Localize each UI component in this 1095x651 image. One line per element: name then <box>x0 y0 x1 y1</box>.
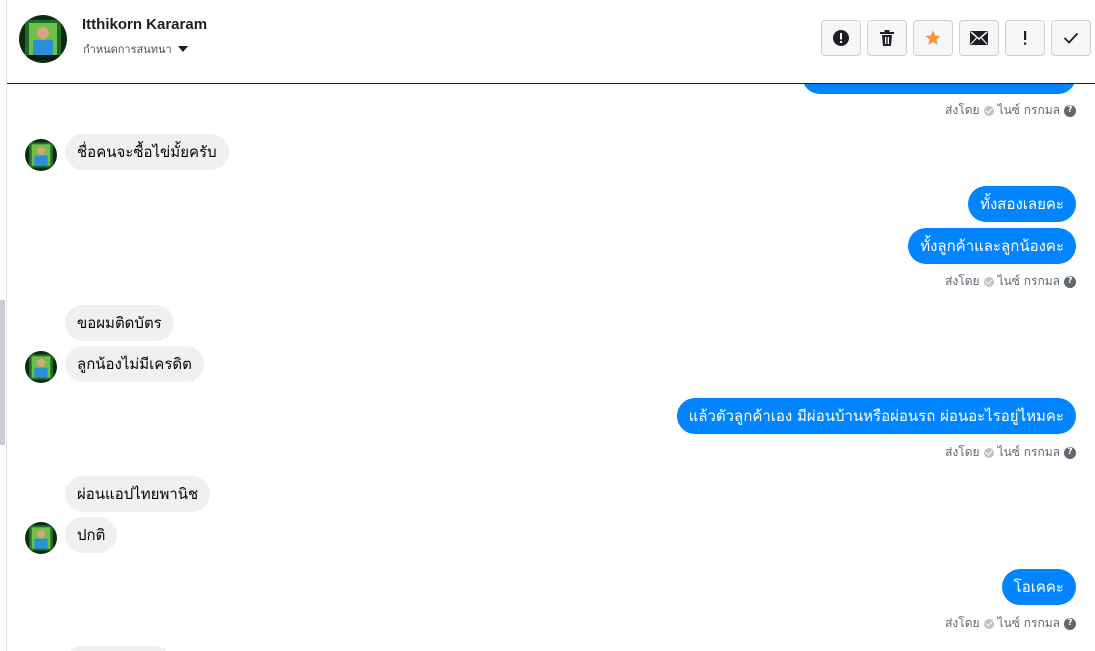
star-icon <box>925 30 941 45</box>
message-text: ลูกน้องไม่มีเครดิต <box>65 346 204 382</box>
outgoing-message[interactable]: ทั้งลูกค้าและลูกน้องคะ <box>908 228 1076 264</box>
contact-name[interactable]: Itthikorn Kararam <box>82 16 207 33</box>
exclamation-icon <box>1024 31 1027 45</box>
incoming-message[interactable]: ปกติ <box>65 517 118 553</box>
trash-icon <box>880 30 894 46</box>
conversation-header: Itthikorn Kararam กำหนดการสนทนา <box>7 0 1095 84</box>
sent-check-icon <box>983 447 994 458</box>
conversation-toolbar <box>821 20 1091 56</box>
message-text: แล้วตัวลูกค้าเอง มีผ่อนบ้านหรือผ่อนรถ ผ่… <box>676 398 1076 434</box>
incoming-message-partial[interactable] <box>65 646 173 651</box>
sender-name: ไนซ์ กรกมล <box>997 274 1060 288</box>
sent-status: ส่งโดย ไนซ์ กรกมล ? <box>945 101 1076 120</box>
sender-name: ไนซ์ กรกมล <box>997 445 1060 459</box>
checkmark-icon <box>1063 32 1079 44</box>
outgoing-message[interactable]: ทั้งสองเลยคะ <box>968 186 1076 222</box>
report-button[interactable] <box>821 20 861 56</box>
outgoing-message[interactable]: แล้วตัวลูกค้าเอง มีผ่อนบ้านหรือผ่อนรถ ผ่… <box>676 398 1076 434</box>
incoming-message[interactable]: ชื่อคนจะซื้อไข่มั้ยครับ <box>65 134 229 170</box>
caret-down-icon <box>177 46 188 52</box>
mark-unread-button[interactable] <box>959 20 999 56</box>
sent-check-icon <box>983 276 994 287</box>
conversation-label-text: กำหนดการสนทนา <box>83 43 172 56</box>
sender-name: ไนซ์ กรกมล <box>997 616 1060 630</box>
mark-done-button[interactable] <box>1051 20 1091 56</box>
incoming-message[interactable]: ผ่อนแอปไทยพานิช <box>65 476 211 512</box>
incoming-message[interactable]: ลูกน้องไม่มีเครดิต <box>65 346 204 382</box>
sent-status: ส่งโดย ไนซ์ กรกมล ? <box>945 272 1076 291</box>
sent-status: ส่งโดย ไนซ์ กรกมล ? <box>945 614 1076 633</box>
message-text: ทั้งลูกค้าและลูกน้องคะ <box>908 228 1076 264</box>
sent-check-icon <box>983 618 994 629</box>
help-icon[interactable]: ? <box>1064 104 1076 117</box>
message-text: ปกติ <box>65 517 118 553</box>
sent-by-label: ส่งโดย <box>945 616 980 630</box>
conversation-label-dropdown[interactable]: กำหนดการสนทนา <box>83 40 188 58</box>
sent-check-icon <box>983 105 994 116</box>
message-text: ผ่อนแอปไทยพานิช <box>65 476 211 512</box>
star-button[interactable] <box>913 20 953 56</box>
envelope-icon <box>970 31 988 45</box>
sent-by-label: ส่งโดย <box>945 274 980 288</box>
sent-by-label: ส่งโดย <box>945 103 980 117</box>
message-text: โอเคคะ <box>1001 569 1076 605</box>
sender-name: ไนซ์ กรกมล <box>997 103 1060 117</box>
contact-avatar-small[interactable] <box>25 139 57 171</box>
outgoing-message-partial[interactable] <box>802 84 1076 94</box>
left-scrollbar-thumb[interactable] <box>0 300 5 445</box>
incoming-message[interactable]: ขอผมติดบัตร <box>65 305 174 341</box>
outgoing-message[interactable]: โอเคคะ <box>1001 569 1076 605</box>
help-icon[interactable]: ? <box>1064 275 1076 288</box>
help-icon[interactable]: ? <box>1064 446 1076 459</box>
message-text: ขอผมติดบัตร <box>65 305 174 341</box>
message-text: ชื่อคนจะซื้อไข่มั้ยครับ <box>65 134 229 170</box>
sent-status: ส่งโดย ไนซ์ กรกมล ? <box>945 443 1076 462</box>
alert-circle-icon <box>833 30 849 46</box>
message-text: ทั้งสองเลยคะ <box>968 186 1076 222</box>
message-thread[interactable]: ส่งโดย ไนซ์ กรกมล ? ชื่อคนจะซื้อไข่มั้ยค… <box>7 84 1095 651</box>
sent-by-label: ส่งโดย <box>945 445 980 459</box>
delete-button[interactable] <box>867 20 907 56</box>
contact-avatar[interactable] <box>19 15 67 63</box>
contact-avatar-small[interactable] <box>25 522 57 554</box>
help-icon[interactable]: ? <box>1064 617 1076 630</box>
left-scrollbar[interactable] <box>0 0 7 651</box>
contact-avatar-small[interactable] <box>25 351 57 383</box>
follow-up-button[interactable] <box>1005 20 1045 56</box>
